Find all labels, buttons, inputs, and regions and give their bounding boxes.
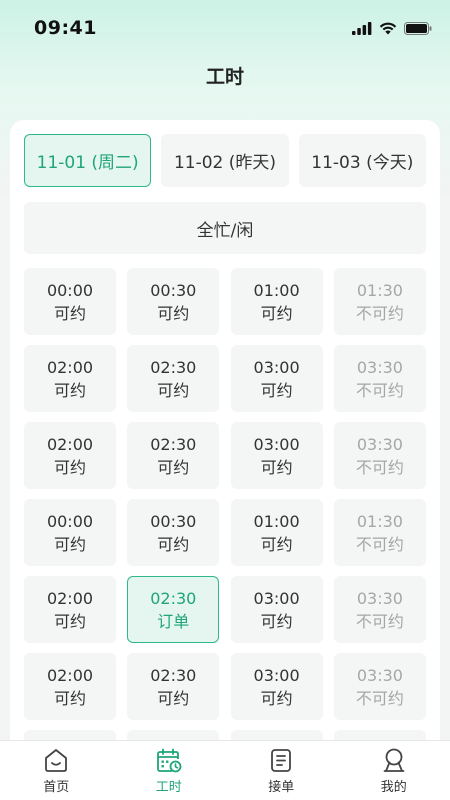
time-slot-time: 02:30 bbox=[150, 665, 197, 685]
time-slot-22[interactable]: 03:00 可约 bbox=[230, 653, 323, 720]
nav-item-home[interactable]: 首页 bbox=[0, 741, 113, 800]
time-slot-time: 00:30 bbox=[150, 511, 197, 531]
status-time: 09:41 bbox=[34, 17, 97, 39]
time-slot-status: 可约 bbox=[53, 534, 86, 554]
nav-item-orders[interactable]: 接单 bbox=[225, 741, 338, 800]
time-slot-4[interactable]: 02:00 可约 bbox=[24, 345, 116, 412]
time-slot-8[interactable]: 02:00 可约 bbox=[24, 422, 116, 489]
time-slot-status: 可约 bbox=[157, 303, 190, 323]
time-slot-status: 可约 bbox=[260, 303, 293, 323]
time-slot-1[interactable]: 00:30 可约 bbox=[127, 268, 220, 335]
date-tab-1102[interactable]: 11-02 (昨天) bbox=[161, 134, 289, 187]
time-slot-time: 01:30 bbox=[356, 511, 403, 531]
time-slot-time: 03:00 bbox=[253, 665, 300, 685]
status-icons bbox=[352, 21, 432, 35]
time-slot-9[interactable]: 02:30 可约 bbox=[127, 422, 220, 489]
status-bar: 09:41 bbox=[0, 0, 450, 56]
time-slot-13[interactable]: 00:30 可约 bbox=[127, 499, 220, 566]
calendar-clock-icon bbox=[156, 748, 182, 773]
time-slot-status: 订单 bbox=[157, 611, 190, 631]
time-slot-time: 02:30 bbox=[150, 588, 197, 608]
time-slot-grid: 00:00 可约 00:30 可约 01:00 可约 01:30 不可约 02:00 可约 02:3… bbox=[24, 268, 426, 797]
time-slot-time: 01:30 bbox=[356, 280, 403, 300]
time-slot-status: 可约 bbox=[53, 303, 86, 323]
time-slot-23[interactable]: 03:30 不可约 bbox=[333, 653, 426, 720]
clipboard-icon bbox=[271, 749, 292, 772]
time-slot-status: 可约 bbox=[260, 380, 293, 400]
bottom-nav: 首页 工时 接单 我的 bbox=[0, 740, 450, 800]
time-slot-status: 可约 bbox=[53, 457, 86, 477]
time-slot-6[interactable]: 03:00 可约 bbox=[230, 345, 323, 412]
time-slot-14[interactable]: 01:00 可约 bbox=[230, 499, 323, 566]
time-slot-status: 可约 bbox=[157, 380, 190, 400]
time-slot-time: 03:00 bbox=[253, 357, 300, 377]
nav-label-home: 首页 bbox=[43, 780, 70, 795]
date-tabs: 11-01 (周二) 11-02 (昨天) 11-03 (今天) bbox=[24, 134, 426, 188]
time-slot-time: 00:00 bbox=[46, 511, 94, 531]
time-slot-7[interactable]: 03:30 不可约 bbox=[333, 345, 426, 412]
time-slot-2[interactable]: 01:00 可约 bbox=[230, 268, 323, 335]
date-tab-1103[interactable]: 11-03 (今天) bbox=[298, 134, 426, 187]
time-slot-status: 不可约 bbox=[355, 457, 404, 477]
battery-icon bbox=[404, 21, 432, 35]
time-slot-status: 可约 bbox=[260, 457, 293, 477]
time-slot-status: 可约 bbox=[53, 380, 86, 400]
time-slot-status: 可约 bbox=[157, 688, 190, 708]
wifi-icon bbox=[379, 22, 397, 34]
time-slot-time: 03:30 bbox=[356, 357, 403, 377]
time-slot-15[interactable]: 01:30 不可约 bbox=[333, 499, 426, 566]
time-slot-time: 03:30 bbox=[356, 588, 403, 608]
user-icon bbox=[383, 748, 405, 772]
time-slot-status: 不可约 bbox=[355, 688, 404, 708]
time-slot-status: 可约 bbox=[53, 611, 86, 631]
nav-label-worktime: 工时 bbox=[155, 780, 182, 795]
page-title: 工时 bbox=[205, 66, 244, 88]
time-slot-time: 03:30 bbox=[356, 665, 403, 685]
time-slot-time: 03:00 bbox=[253, 434, 300, 454]
time-slot-5[interactable]: 02:30 可约 bbox=[127, 345, 220, 412]
time-slot-status: 可约 bbox=[260, 688, 293, 708]
schedule-card: 11-01 (周二) 11-02 (昨天) 11-03 (今天) 全忙/闲 00… bbox=[10, 120, 440, 800]
time-slot-time: 01:00 bbox=[253, 511, 300, 531]
home-icon bbox=[45, 749, 68, 772]
time-slot-status: 不可约 bbox=[355, 611, 404, 631]
time-slot-12[interactable]: 00:00 可约 bbox=[24, 499, 116, 566]
time-slot-time: 02:30 bbox=[150, 434, 197, 454]
time-slot-time: 02:00 bbox=[46, 588, 94, 608]
date-tab-1101[interactable]: 11-01 (周二) bbox=[24, 134, 152, 187]
time-slot-time: 02:00 bbox=[46, 665, 94, 685]
time-slot-19[interactable]: 03:30 不可约 bbox=[333, 576, 426, 643]
time-slot-time: 00:30 bbox=[150, 280, 197, 300]
time-slot-20[interactable]: 02:00 可约 bbox=[24, 653, 116, 720]
time-slot-status: 可约 bbox=[260, 534, 293, 554]
time-slot-11[interactable]: 03:30 不可约 bbox=[333, 422, 426, 489]
time-slot-status: 不可约 bbox=[355, 303, 404, 323]
time-slot-0[interactable]: 00:00 可约 bbox=[24, 268, 116, 335]
time-slot-status: 不可约 bbox=[355, 380, 404, 400]
time-slot-status: 可约 bbox=[157, 457, 190, 477]
time-slot-time: 03:00 bbox=[253, 588, 300, 608]
time-slot-17[interactable]: 02:30 订单 bbox=[127, 576, 220, 643]
nav-label-orders: 接单 bbox=[268, 780, 295, 795]
time-slot-status: 可约 bbox=[157, 534, 190, 554]
time-slot-status: 不可约 bbox=[355, 534, 404, 554]
toggle-all-busy-free-button[interactable]: 全忙/闲 bbox=[24, 202, 426, 254]
signal-icon bbox=[352, 21, 372, 35]
time-slot-time: 01:00 bbox=[253, 280, 300, 300]
time-slot-time: 02:30 bbox=[150, 357, 197, 377]
time-slot-time: 02:00 bbox=[46, 434, 94, 454]
time-slot-time: 03:30 bbox=[356, 434, 403, 454]
time-slot-time: 00:00 bbox=[46, 280, 94, 300]
time-slot-18[interactable]: 03:00 可约 bbox=[230, 576, 323, 643]
time-slot-21[interactable]: 02:30 可约 bbox=[127, 653, 220, 720]
time-slot-status: 可约 bbox=[260, 611, 293, 631]
time-slot-10[interactable]: 03:00 可约 bbox=[230, 422, 323, 489]
time-slot-status: 可约 bbox=[53, 688, 86, 708]
nav-label-mine: 我的 bbox=[380, 780, 407, 795]
nav-item-worktime[interactable]: 工时 bbox=[113, 741, 226, 800]
time-slot-time: 02:00 bbox=[46, 357, 94, 377]
time-slot-16[interactable]: 02:00 可约 bbox=[24, 576, 116, 643]
nav-item-mine[interactable]: 我的 bbox=[338, 741, 450, 800]
time-slot-3[interactable]: 01:30 不可约 bbox=[333, 268, 426, 335]
